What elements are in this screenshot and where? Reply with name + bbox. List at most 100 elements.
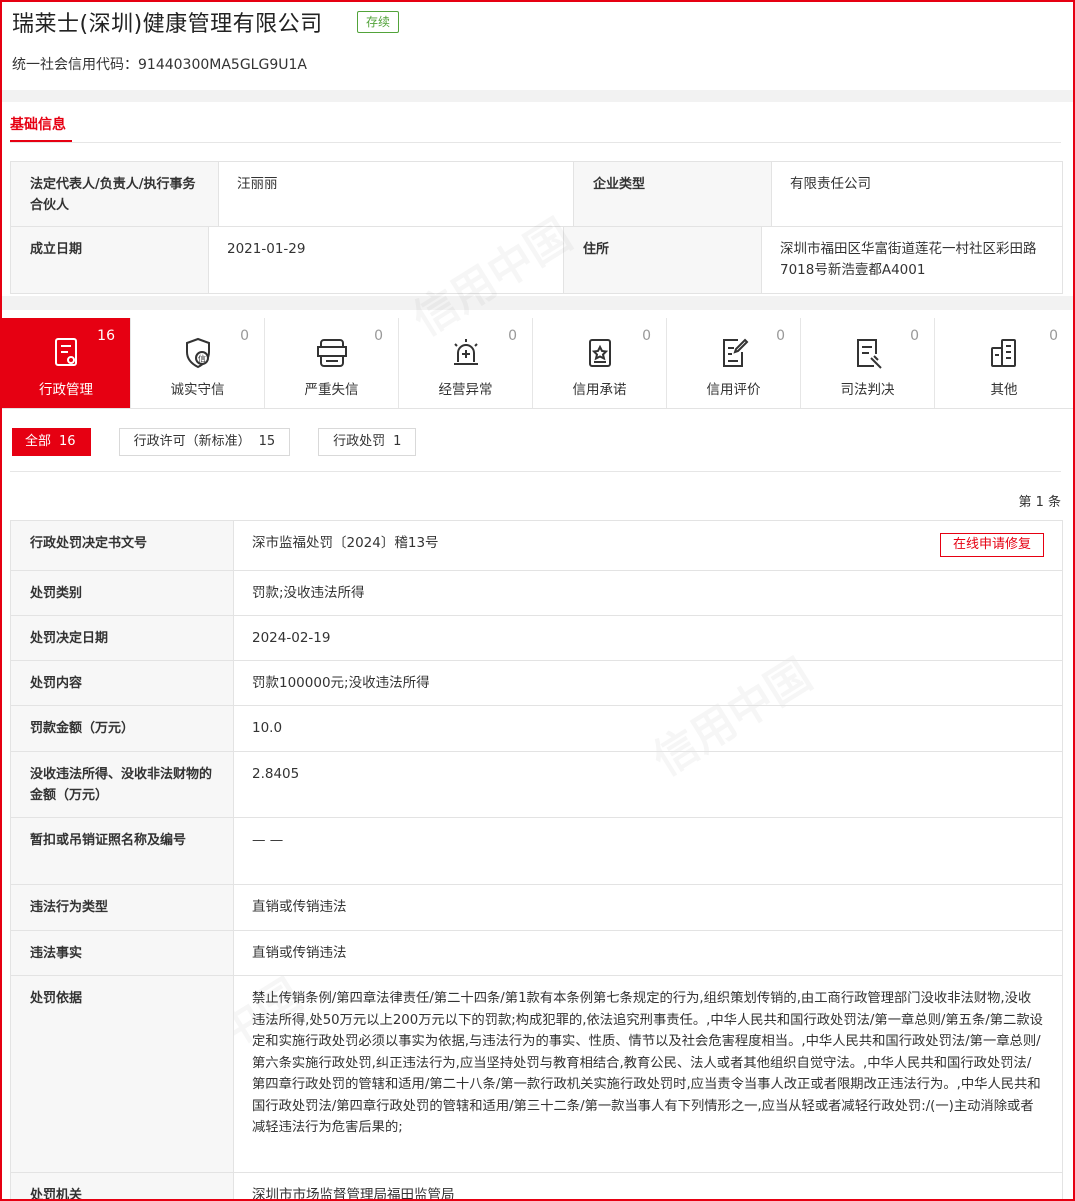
category-tab-abnormal[interactable]: 0 经营异常 (399, 318, 533, 408)
detail-row: 没收违法所得、没收非法财物的金额（万元） 2.8405 (11, 752, 1062, 818)
detail-key: 处罚内容 (11, 661, 234, 705)
filter-chip-all[interactable]: 全部 16 (12, 428, 91, 456)
detail-value: 禁止传销条例/第四章法律责任/第二十四条/第1款有本条例第七条规定的行为,组织策… (252, 991, 1043, 1135)
detail-key: 行政处罚决定书文号 (11, 521, 234, 570)
category-count: 0 (240, 328, 249, 344)
detail-row: 处罚机关 深圳市市场监督管理局福田监管局 (11, 1173, 1062, 1199)
detail-value: 10.0 (252, 720, 283, 736)
other-building-icon (991, 339, 1016, 367)
category-count: 0 (374, 328, 383, 344)
credit-code-label: 统一社会信用代码： (12, 57, 138, 73)
category-label: 其他 (990, 382, 1018, 398)
detail-value: 直销或传销违法 (252, 945, 347, 961)
evaluation-edit-icon (722, 338, 748, 367)
detail-value: 深市监福处罚〔2024〕稽13号 (252, 535, 439, 551)
category-tab-honesty[interactable]: 0 信 诚实守信 (131, 318, 265, 408)
filter-chip-license[interactable]: 行政许可（新标准） 15 (118, 428, 291, 456)
detail-row: 处罚内容 罚款100000元;没收违法所得 (11, 661, 1062, 706)
info-key: 成立日期 (11, 227, 209, 293)
detail-value: 罚款100000元;没收违法所得 (252, 675, 430, 691)
judgment-document-icon (856, 339, 882, 369)
category-label: 信用承诺 (572, 382, 627, 398)
detail-key: 处罚机关 (11, 1173, 234, 1199)
category-tabs: 16 行政管理 0 信 诚实守信 0 严重失信 0 经营异常 0 信用承诺 0 … (2, 318, 1073, 409)
detail-value: 直销或传销违法 (252, 899, 347, 915)
record-counter: 第 1 条 (1018, 495, 1061, 510)
chip-count: 15 (258, 434, 276, 449)
category-tab-commitment[interactable]: 0 信用承诺 (533, 318, 667, 408)
detail-key: 处罚决定日期 (11, 616, 234, 660)
category-tab-evaluation[interactable]: 0 信用评价 (667, 318, 801, 408)
detail-key: 处罚依据 (11, 976, 234, 1172)
chip-label: 全部 (25, 434, 52, 449)
detail-row: 处罚类别 罚款;没收违法所得 (11, 571, 1062, 616)
category-label: 行政管理 (39, 382, 93, 398)
detail-value: — — (252, 832, 284, 848)
category-count: 0 (508, 328, 517, 344)
category-label: 诚实守信 (170, 382, 225, 398)
detail-value: 深圳市市场监督管理局福田监管局 (252, 1187, 455, 1199)
separator-band (2, 90, 1073, 102)
detail-row: 违法事实 直销或传销违法 (11, 931, 1062, 976)
category-tab-judgment[interactable]: 0 司法判决 (801, 318, 935, 408)
filter-chips: 全部 16 行政许可（新标准） 15 行政处罚 1 (12, 428, 444, 456)
detail-row: 违法行为类型 直销或传销违法 (11, 885, 1062, 931)
detail-value: 罚款;没收违法所得 (252, 585, 365, 601)
detail-key: 违法事实 (11, 931, 234, 975)
detail-key: 罚款金额（万元） (11, 706, 234, 751)
detail-row: 暂扣或吊销证照名称及编号 — — (11, 818, 1062, 885)
credit-code: 统一社会信用代码：91440300MA5GLG9U1A (12, 54, 307, 74)
status-badge: 存续 (357, 11, 400, 33)
separator-band (2, 296, 1073, 310)
detail-key: 违法行为类型 (11, 885, 234, 930)
chip-count: 1 (393, 434, 402, 449)
detail-row: 处罚决定日期 2024-02-19 (11, 616, 1062, 661)
chip-count: 16 (59, 434, 76, 449)
chip-label: 行政处罚 (333, 434, 386, 449)
info-key: 企业类型 (574, 162, 772, 226)
category-tab-other[interactable]: 0 其他 (935, 318, 1073, 408)
detail-key: 暂扣或吊销证照名称及编号 (11, 818, 234, 884)
category-count: 0 (910, 328, 919, 344)
detail-row: 处罚依据 禁止传销条例/第四章法律责任/第二十四条/第1款有本条例第七条规定的行… (11, 976, 1062, 1173)
commitment-badge-icon (588, 339, 611, 367)
divider (10, 142, 1061, 143)
chip-label: 行政许可（新标准） (133, 434, 251, 449)
category-label: 信用评价 (706, 382, 761, 398)
info-key: 法定代表人/负责人/执行事务合伙人 (11, 162, 219, 226)
category-label: 严重失信 (304, 382, 359, 398)
basic-info-table: 法定代表人/负责人/执行事务合伙人 汪丽丽 企业类型 有限责任公司 成立日期 2… (10, 161, 1063, 294)
info-value: 有限责任公司 (790, 176, 871, 192)
category-count: 0 (776, 328, 785, 344)
category-tab-dishonest[interactable]: 0 严重失信 (265, 318, 399, 408)
category-count: 0 (642, 328, 651, 344)
info-value: 汪丽丽 (219, 162, 574, 226)
detail-value: 2.8405 (252, 766, 300, 782)
filter-chip-penalty[interactable]: 行政处罚 1 (318, 428, 417, 456)
info-key: 住所 (564, 227, 762, 293)
online-repair-button[interactable]: 在线申请修复 (939, 533, 1044, 557)
credit-code-value: 91440300MA5GLG9U1A (138, 57, 307, 73)
penalty-detail-table: 行政处罚决定书文号 深市监福处罚〔2024〕稽13号 在线申请修复 处罚类别 罚… (10, 520, 1063, 1199)
detail-key: 没收违法所得、没收非法财物的金额（万元） (11, 752, 234, 817)
detail-row: 罚款金额（万元） 10.0 (11, 706, 1062, 752)
info-row: 法定代表人/负责人/执行事务合伙人 汪丽丽 企业类型 有限责任公司 (11, 162, 1062, 227)
info-row: 成立日期 2021-01-29 住所 深圳市福田区华富街道莲花一村社区彩田路70… (11, 227, 1062, 293)
svg-text:信: 信 (198, 354, 206, 364)
alarm-light-icon (453, 339, 478, 365)
category-count: 16 (97, 328, 115, 344)
admin-document-icon (55, 338, 77, 366)
detail-row: 行政处罚决定书文号 深市监福处罚〔2024〕稽13号 在线申请修复 (11, 521, 1062, 571)
category-count: 0 (1049, 328, 1058, 344)
detail-value: 2024-02-19 (252, 630, 331, 646)
page: 瑞莱士(深圳)健康管理有限公司 存续 统一社会信用代码：91440300MA5G… (2, 2, 1073, 1199)
category-label: 司法判决 (840, 382, 895, 398)
category-tab-admin[interactable]: 16 行政管理 (2, 318, 131, 408)
dishonest-list-icon (316, 339, 347, 367)
honesty-shield-icon: 信 (185, 337, 210, 369)
detail-key: 处罚类别 (11, 571, 234, 615)
company-name: 瑞莱士(深圳)健康管理有限公司 (12, 12, 323, 37)
tab-basic-info[interactable]: 基础信息 (10, 114, 66, 134)
category-label: 经营异常 (438, 382, 493, 398)
info-value: 2021-01-29 (209, 227, 564, 293)
